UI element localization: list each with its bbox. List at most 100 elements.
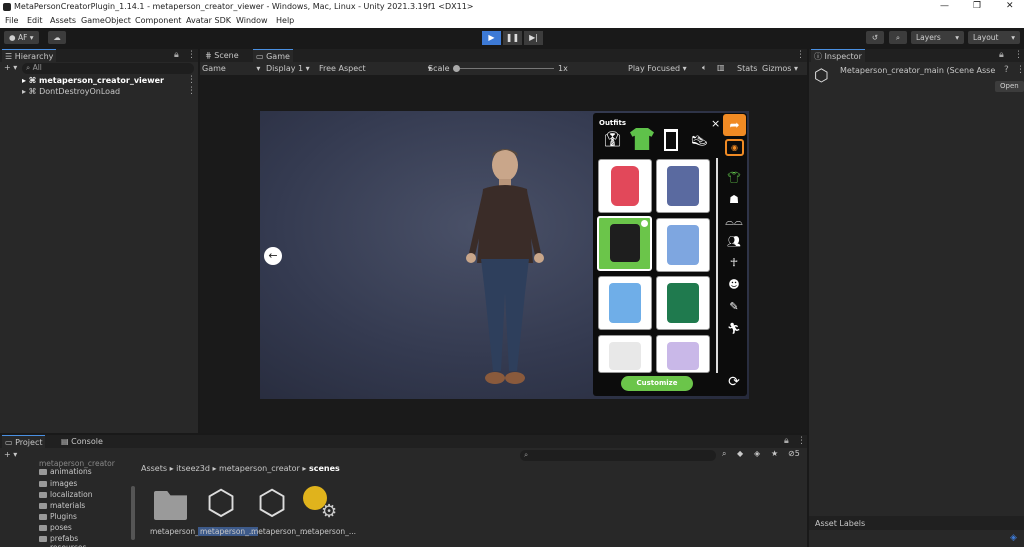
breadcrumb-scenes[interactable]: scenes	[309, 464, 340, 473]
tab-inspector[interactable]: ⓘ Inspector	[811, 49, 865, 62]
search-icon[interactable]: ⌕	[889, 31, 907, 44]
gizmos-dropdown[interactable]: Gizmos ▾	[762, 64, 798, 73]
tab-project[interactable]: ▭ Project	[2, 435, 46, 448]
menu-window[interactable]: Window	[236, 16, 268, 25]
tree-scrollbar[interactable]	[131, 486, 135, 540]
tree-item-images[interactable]: images	[50, 479, 77, 488]
add-icon[interactable]: + ▾	[4, 63, 17, 72]
brush-icon[interactable]: ✎	[725, 299, 743, 315]
open-button[interactable]: Open	[995, 81, 1024, 92]
menu-gameobject[interactable]: GameObject	[81, 16, 131, 25]
lock-icon[interactable]: 🔒︎	[999, 50, 1004, 60]
customize-button[interactable]: Customize	[621, 376, 693, 391]
refresh-icon[interactable]: ⟳	[725, 374, 743, 390]
glasses-icon[interactable]: ⌓⌓	[725, 214, 743, 230]
lock-icon[interactable]: 🔒︎	[784, 436, 789, 446]
tree-item-prefabs[interactable]: prefabs	[50, 534, 78, 543]
more-icon[interactable]: ⋮	[797, 436, 806, 446]
more-icon[interactable]: ⋮	[1016, 65, 1024, 75]
maximize-icon[interactable]: ❐	[973, 1, 981, 11]
close-icon[interactable]: ✕	[1006, 1, 1014, 11]
tree-item-animations[interactable]: animations	[50, 467, 92, 476]
scale-slider-handle[interactable]	[453, 65, 460, 72]
hierarchy-item-dontdestroy[interactable]: ▸ ⌘ DontDestroyOnLoad	[22, 87, 120, 96]
unity-scene-icon[interactable]: ⬡	[255, 485, 289, 521]
menu-help[interactable]: Help	[276, 16, 294, 25]
favorite-icon[interactable]: ★	[771, 449, 778, 458]
outfit-item-lilac-tee[interactable]	[656, 335, 710, 373]
outfit-item-leather-jacket[interactable]	[597, 216, 652, 271]
more-icon[interactable]: ⋮	[187, 75, 196, 85]
folder-icon[interactable]	[154, 491, 187, 520]
play-focused-dropdown[interactable]: Play Focused ▾	[628, 64, 687, 73]
outfit-item-red-hoodie[interactable]	[598, 159, 652, 213]
hierarchy-search[interactable]: ⌕ All	[22, 63, 194, 74]
more-icon[interactable]: ⋮	[796, 50, 805, 60]
outfit-item-denim-jacket[interactable]	[656, 159, 710, 213]
breadcrumb-assets[interactable]: Assets	[141, 464, 167, 473]
fullbody-outfit-icon[interactable]: 👔︎	[603, 130, 622, 148]
outfits-category-icon[interactable]: 👕︎	[725, 170, 743, 186]
tab-hierarchy[interactable]: ☰ Hierarchy	[2, 49, 57, 62]
tree-item-poses[interactable]: poses	[50, 523, 72, 532]
lock-icon[interactable]: 🔒︎	[174, 50, 179, 60]
search-by-type-icon[interactable]: ⌕	[722, 449, 726, 459]
layout-dropdown[interactable]: Layout ▾	[968, 31, 1020, 44]
tree-item-resources[interactable]: resources	[50, 543, 86, 547]
cloud-icon[interactable]: ☁	[48, 31, 66, 44]
stats-button[interactable]: Stats	[737, 64, 757, 73]
history-icon[interactable]: ↺	[866, 31, 884, 44]
hair-icon[interactable]: ☗	[725, 192, 743, 208]
search-by-tag-icon[interactable]: ◈	[754, 449, 760, 458]
more-icon[interactable]: ⋮	[1014, 50, 1023, 60]
search-by-label-icon[interactable]: ◆	[737, 449, 743, 458]
more-icon[interactable]: ⋮	[187, 86, 196, 96]
project-search-input[interactable]: ⌕	[520, 450, 716, 461]
vr-icon[interactable]: ▥	[717, 63, 725, 72]
body-shape-icon[interactable]: ☥	[725, 255, 743, 271]
pause-button[interactable]: ❚❚	[503, 31, 522, 45]
tree-item-materials[interactable]: materials	[50, 501, 85, 510]
layers-dropdown[interactable]: Layers ▾	[911, 31, 964, 44]
back-arrow-icon[interactable]: ←	[264, 247, 282, 265]
tree-item-localization[interactable]: localization	[50, 490, 92, 499]
menu-assets[interactable]: Assets	[50, 16, 76, 25]
export-icon[interactable]: ➦	[723, 114, 746, 136]
animation-icon[interactable]: 🏃︎	[725, 321, 743, 337]
camera-icon[interactable]: ◉	[725, 139, 744, 156]
unity-scene-icon[interactable]: ⬡	[204, 485, 238, 521]
tab-scene[interactable]: ⋕ Scene	[202, 49, 242, 62]
aspect-dropdown[interactable]: Free Aspect ▾	[319, 64, 432, 73]
tree-item-plugins[interactable]: Plugins	[50, 512, 77, 521]
pants-icon[interactable]	[664, 129, 678, 151]
display-dropdown[interactable]: Display 1 ▾	[266, 64, 310, 73]
tab-game[interactable]: ▭ Game	[253, 49, 293, 62]
breadcrumb-itseez3d[interactable]: itseez3d	[176, 464, 210, 473]
outfit-item-white-tee[interactable]	[598, 335, 652, 373]
help-icon[interactable]: ?	[1004, 65, 1009, 75]
play-button[interactable]: ▶	[482, 31, 501, 45]
menu-component[interactable]: Component	[135, 16, 181, 25]
more-icon[interactable]: ⋮	[187, 50, 196, 60]
minimize-icon[interactable]: —	[940, 1, 949, 11]
shoes-icon[interactable]: 👟︎	[690, 132, 709, 150]
step-button[interactable]: ▶|	[524, 31, 543, 45]
menu-edit[interactable]: Edit	[27, 16, 43, 25]
game-mode-dropdown[interactable]: Game ▾	[202, 64, 260, 73]
tab-console[interactable]: ▤ Console	[58, 435, 106, 448]
outfit-item-blue-sweater[interactable]	[656, 218, 710, 272]
outfit-item-blue-polo[interactable]	[598, 276, 652, 330]
outfits-scrollbar[interactable]	[716, 158, 718, 373]
menu-avatar-sdk[interactable]: Avatar SDK	[186, 16, 231, 25]
close-icon[interactable]: ×	[711, 117, 720, 130]
add-asset-icon[interactable]: + ▾	[4, 450, 17, 459]
head-icon[interactable]: ☻	[725, 277, 743, 293]
body-types-icon[interactable]: 👥︎	[725, 234, 743, 250]
menu-file[interactable]: File	[5, 16, 18, 25]
account-dropdown[interactable]: ● AF ▾	[4, 31, 39, 44]
hierarchy-item-viewer[interactable]: ▸ ⌘ metaperson_creator_viewer	[22, 76, 164, 85]
scale-slider[interactable]	[456, 68, 554, 69]
outfit-item-green-jacket[interactable]	[656, 276, 710, 330]
tag-icon[interactable]: ◈	[1010, 533, 1017, 543]
mute-icon[interactable]: 🔈︎	[702, 63, 707, 73]
